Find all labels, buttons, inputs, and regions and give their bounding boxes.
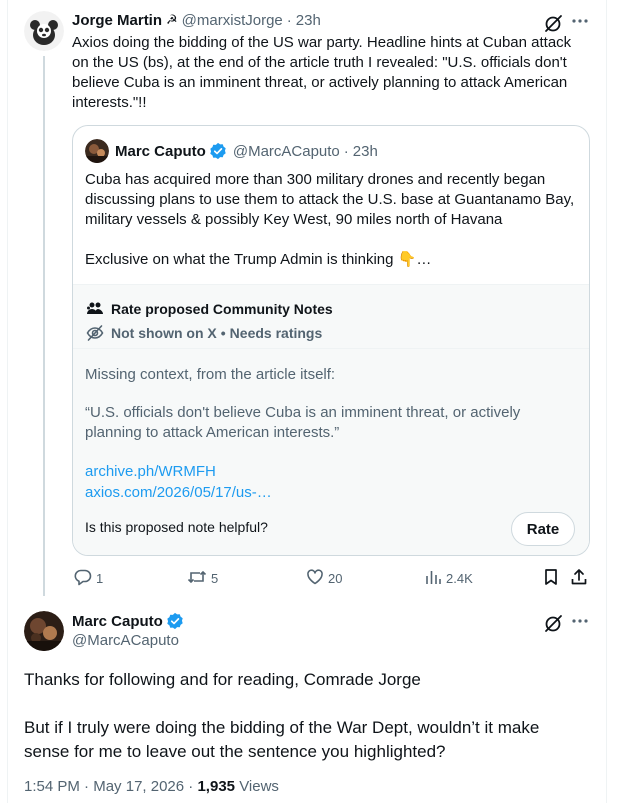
author-name[interactable]: Jorge Martin bbox=[72, 12, 162, 29]
quoted-tweet-time: 23h bbox=[352, 142, 378, 160]
views-button[interactable]: 2.4K bbox=[424, 568, 473, 589]
thread-connector-line bbox=[43, 56, 45, 596]
quoted-tweet-paragraph-2: Exclusive on what the Trump Admin is thi… bbox=[85, 251, 432, 268]
tweet2-text: Thanks for following and for reading, Co… bbox=[24, 668, 584, 764]
note-body-quote: “U.S. officials don't believe Cuba is an… bbox=[85, 404, 521, 441]
eye-off-icon bbox=[85, 323, 105, 343]
tweet-jorge-content: Jorge Martin ☭ @marxistJorge · 23h Axios… bbox=[72, 10, 592, 113]
separator-dot: · bbox=[343, 142, 349, 160]
reply-count: 1 bbox=[96, 571, 104, 586]
views-icon bbox=[424, 568, 446, 589]
avatar-caputo[interactable] bbox=[24, 611, 64, 651]
heart-icon bbox=[306, 568, 328, 589]
bookmark-button[interactable] bbox=[542, 568, 564, 589]
tweet2-paragraph-2: But if I truly were doing the bidding of… bbox=[24, 718, 540, 761]
tweet2-author-name[interactable]: Marc Caputo bbox=[72, 613, 163, 630]
repost-button[interactable]: 5 bbox=[187, 568, 218, 589]
avatar-jorge[interactable] bbox=[24, 11, 64, 51]
separator-dot: · bbox=[188, 778, 194, 795]
verified-badge-icon bbox=[209, 142, 227, 160]
community-notes-status-row: Not shown on X • Needs ratings bbox=[85, 323, 322, 343]
tweet2-author-handle[interactable]: @MarcACaputo bbox=[72, 632, 179, 649]
community-notes-needs: Needs ratings bbox=[229, 325, 323, 341]
bookmark-icon bbox=[542, 568, 564, 589]
tweet2-views-count: 1,935 bbox=[197, 778, 236, 795]
views-count: 2.4K bbox=[446, 571, 473, 586]
community-notes-panel: Rate proposed Community Notes Not shown … bbox=[73, 284, 589, 555]
tweet-text: Axios doing the bidding of the US war pa… bbox=[72, 34, 572, 111]
grok-icon[interactable] bbox=[544, 613, 564, 638]
notes-divider bbox=[73, 348, 589, 349]
tweet2-paragraph-1: Thanks for following and for reading, Co… bbox=[24, 670, 421, 689]
note-body-intro: Missing context, from the article itself… bbox=[85, 366, 336, 383]
tweet2-date[interactable]: May 17, 2026 bbox=[93, 778, 184, 795]
share-button[interactable] bbox=[570, 568, 592, 589]
reply-icon bbox=[74, 568, 96, 589]
verified-badge-icon bbox=[166, 612, 184, 630]
reply-button[interactable]: 1 bbox=[74, 568, 103, 589]
people-icon bbox=[85, 299, 105, 319]
grok-icon[interactable] bbox=[544, 13, 564, 38]
quoted-author-handle: @MarcACaputo bbox=[232, 142, 340, 160]
tweet2-meta: 1:54 PM · May 17, 2026 · 1,935 Views bbox=[24, 778, 279, 795]
quoted-tweet-text: Cuba has acquired more than 300 military… bbox=[85, 170, 575, 270]
tweet-action-bar: 1 5 20 2.4K bbox=[72, 568, 592, 590]
tweet2-author-row: Marc Caputo bbox=[72, 612, 184, 630]
repost-icon bbox=[187, 568, 211, 589]
like-count: 20 bbox=[328, 571, 343, 586]
community-notes-title: Rate proposed Community Notes bbox=[111, 301, 333, 317]
quoted-author-name: Marc Caputo bbox=[115, 142, 206, 160]
note-link-axios[interactable]: axios.com/2026/05/17/us-… bbox=[85, 483, 272, 503]
status-separator: • bbox=[220, 325, 226, 341]
tweet2-views-label: Views bbox=[239, 778, 279, 795]
rate-button[interactable]: Rate bbox=[511, 512, 575, 546]
tweet2-time[interactable]: 1:54 PM bbox=[24, 778, 80, 795]
note-helpful-question: Is this proposed note helpful? bbox=[85, 519, 268, 535]
like-button[interactable]: 20 bbox=[306, 568, 342, 589]
more-icon[interactable] bbox=[571, 12, 589, 35]
community-notes-status: Not shown on X bbox=[111, 325, 217, 341]
separator-dot: · bbox=[84, 778, 90, 795]
hammer-sickle-emoji: ☭ bbox=[166, 12, 178, 27]
quoted-tweet[interactable]: Marc Caputo @MarcACaputo · 23h Cuba has … bbox=[72, 125, 590, 556]
author-handle[interactable]: @marxistJorge bbox=[182, 12, 283, 29]
community-notes-title-row[interactable]: Rate proposed Community Notes bbox=[85, 299, 333, 319]
quoted-tweet-header: Marc Caputo @MarcACaputo · 23h bbox=[85, 139, 378, 163]
share-icon bbox=[570, 568, 592, 589]
repost-count: 5 bbox=[211, 571, 219, 586]
avatar-caputo-small bbox=[85, 139, 109, 163]
more-icon[interactable] bbox=[571, 612, 589, 635]
tweet-time[interactable]: 23h bbox=[296, 12, 321, 29]
tweet-jorge[interactable]: Jorge Martin ☭ @marxistJorge · 23h Axios… bbox=[0, 0, 624, 600]
note-link-archive[interactable]: archive.ph/WRMFH bbox=[85, 462, 216, 482]
quoted-tweet-paragraph-1: Cuba has acquired more than 300 military… bbox=[85, 171, 575, 228]
tweet-header: Jorge Martin ☭ @marxistJorge · 23h bbox=[72, 10, 592, 30]
separator-dot: · bbox=[286, 11, 292, 29]
